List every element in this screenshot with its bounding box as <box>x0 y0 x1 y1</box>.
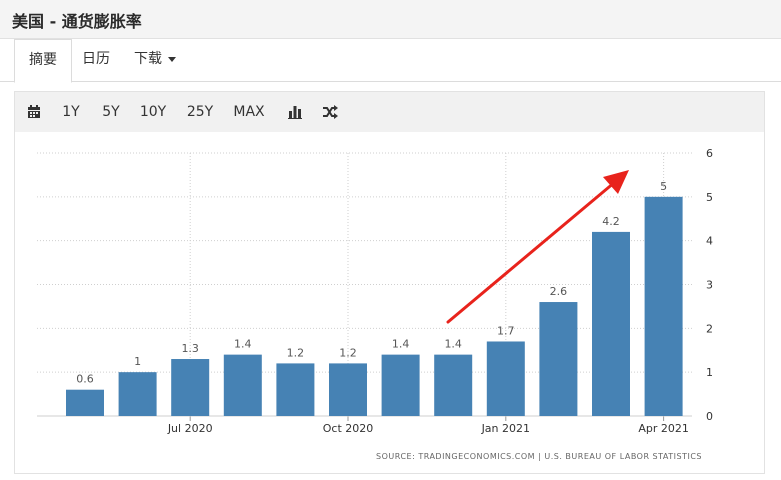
arrow-annotation-line <box>446 180 617 324</box>
bar-chart-icon[interactable] <box>285 92 305 132</box>
range-max-button[interactable]: MAX <box>229 92 269 132</box>
x-tick-label: Oct 2020 <box>323 422 374 435</box>
tab-download-label: 下载 <box>134 51 162 67</box>
chart-panel: 0 1 2 3 4 5 6 Jul 2020 Oct 2020 Jan 2021 Apr 2021 0… <box>14 132 765 474</box>
bar[interactable] <box>171 359 210 416</box>
tab-download[interactable]: 下载 <box>120 39 190 80</box>
bar-value-label: 1.2 <box>339 346 357 359</box>
calendar-icon[interactable] <box>23 92 45 132</box>
bar[interactable] <box>223 354 262 416</box>
range-25y-button[interactable]: 25Y <box>183 92 217 132</box>
bar-value-label: 0.6 <box>76 373 94 386</box>
bar[interactable] <box>276 363 315 416</box>
y-tick-label: 3 <box>706 279 713 292</box>
title-bar: 美国 - 通货膨胀率 <box>0 0 781 39</box>
bar[interactable] <box>592 231 630 416</box>
y-tick-label: 4 <box>706 235 713 248</box>
bar-value-label: 1.4 <box>392 338 410 351</box>
chart-toolbar: 1Y 5Y 10Y 25Y MAX <box>14 91 765 133</box>
x-tick-label: Apr 2021 <box>638 422 689 435</box>
caret-down-icon <box>168 56 176 62</box>
page-title: 美国 - 通货膨胀率 <box>12 12 142 31</box>
tab-bar: 摘要 日历 下载 <box>0 39 781 83</box>
bar[interactable] <box>66 389 104 416</box>
x-tick-label: Jul 2020 <box>167 422 213 435</box>
tab-summary[interactable]: 摘要 <box>14 39 72 83</box>
shuffle-icon[interactable] <box>319 92 341 132</box>
y-tick-label: 2 <box>706 322 713 335</box>
y-tick-label: 0 <box>706 410 713 423</box>
bar[interactable] <box>434 354 473 416</box>
bar-value-label: 4.2 <box>602 215 620 228</box>
x-tick-label: Jan 2021 <box>481 422 530 435</box>
bar[interactable] <box>486 341 525 416</box>
y-tick-label: 1 <box>706 366 713 379</box>
source-note: SOURCE: TRADINGECONOMICS.COM | U.S. BURE… <box>376 452 702 461</box>
bar-value-label: 1.4 <box>444 338 462 351</box>
y-tick-label: 6 <box>706 147 713 160</box>
bar-value-label: 1.4 <box>234 338 252 351</box>
bar-value-label: 1.7 <box>497 324 515 337</box>
range-10y-button[interactable]: 10Y <box>136 92 170 132</box>
inflation-bar-chart: 0 1 2 3 4 5 6 Jul 2020 Oct 2020 Jan 2021 Apr 2021 0… <box>37 147 713 461</box>
range-1y-button[interactable]: 1Y <box>57 92 85 132</box>
y-tick-label: 5 <box>706 191 713 204</box>
bar-value-label: 1.3 <box>181 342 199 355</box>
bar[interactable] <box>118 372 157 416</box>
bar[interactable] <box>539 302 578 416</box>
range-5y-button[interactable]: 5Y <box>97 92 125 132</box>
tab-calendar[interactable]: 日历 <box>68 39 124 80</box>
bar-value-label: 2.6 <box>550 285 568 298</box>
bar-value-label: 5 <box>660 180 667 193</box>
bar-value-label: 1 <box>134 355 141 368</box>
bar[interactable] <box>381 354 420 416</box>
bar-value-label: 1.2 <box>287 346 305 359</box>
bar[interactable] <box>644 196 683 416</box>
bar[interactable] <box>329 363 367 416</box>
